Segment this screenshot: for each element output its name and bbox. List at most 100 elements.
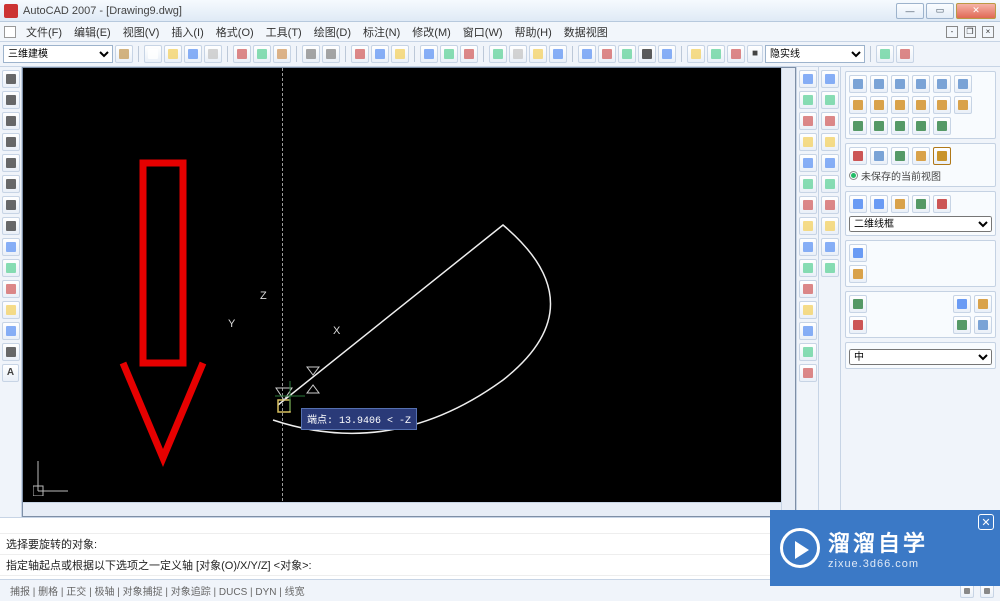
revolve-icon[interactable] — [799, 112, 817, 130]
mesh2-icon[interactable] — [870, 117, 888, 135]
close-button[interactable]: ✕ — [956, 3, 996, 19]
cut-icon[interactable] — [233, 45, 251, 63]
menu-file[interactable]: 文件(F) — [20, 24, 68, 40]
slice-icon[interactable] — [799, 238, 817, 256]
light-icon[interactable] — [821, 217, 839, 235]
materials-icon[interactable] — [821, 238, 839, 256]
status-toggles[interactable]: 捕报 | 删格 | 正交 | 极轴 | 对象捕捉 | 对象追踪 | DUCS |… — [6, 583, 309, 598]
canvas-scrollbar-vertical[interactable] — [781, 68, 795, 516]
subtract-icon[interactable] — [799, 196, 817, 214]
undo-icon[interactable] — [302, 45, 320, 63]
menu-view[interactable]: 视图(V) — [117, 24, 166, 40]
arc-icon[interactable] — [2, 154, 20, 172]
section-icon[interactable] — [799, 343, 817, 361]
named-view-icon[interactable] — [870, 147, 888, 165]
drawing-canvas[interactable]: X Y Z 端点: 13.9406 < -Z — [22, 67, 796, 517]
save-icon[interactable] — [184, 45, 202, 63]
hatch-tool-icon[interactable] — [2, 259, 20, 277]
color-swatch[interactable]: ■ — [747, 45, 763, 63]
mesh1-icon[interactable] — [849, 117, 867, 135]
properties-icon[interactable] — [440, 45, 458, 63]
material1-icon[interactable] — [849, 244, 867, 262]
union-icon[interactable] — [799, 175, 817, 193]
menu-format[interactable]: 格式(O) — [210, 24, 260, 40]
vstyle4-icon[interactable] — [912, 195, 930, 213]
layer-selector[interactable]: 中 — [849, 349, 992, 365]
fillet3d-icon[interactable] — [799, 280, 817, 298]
solid-revolve-icon[interactable] — [933, 96, 951, 114]
camera-icon[interactable] — [821, 196, 839, 214]
solid-union-icon[interactable] — [849, 96, 867, 114]
snap-icon[interactable] — [598, 45, 616, 63]
text-tool-icon[interactable] — [2, 343, 20, 361]
canvas-scrollbar-horizontal[interactable] — [23, 502, 781, 516]
menu-dim[interactable]: 标注(N) — [357, 24, 406, 40]
view-manager-icon[interactable] — [849, 147, 867, 165]
new-icon[interactable] — [144, 45, 162, 63]
solid-intersect-icon[interactable] — [891, 96, 909, 114]
table-icon[interactable] — [549, 45, 567, 63]
solid-sweep-icon[interactable] — [954, 96, 972, 114]
helix-icon[interactable] — [2, 238, 20, 256]
sphere-icon[interactable] — [912, 75, 930, 93]
intersect-icon[interactable] — [799, 217, 817, 235]
extrude-icon[interactable] — [799, 70, 817, 88]
torus-icon[interactable] — [954, 75, 972, 93]
view-iso-icon[interactable] — [821, 133, 839, 151]
orbit-icon[interactable] — [821, 154, 839, 172]
view-left-icon[interactable] — [821, 112, 839, 130]
help-icon[interactable] — [658, 45, 676, 63]
hatch-icon[interactable] — [529, 45, 547, 63]
chamfer3d-icon[interactable] — [799, 301, 817, 319]
material2-icon[interactable] — [849, 265, 867, 283]
menu-edit[interactable]: 编辑(E) — [68, 24, 117, 40]
flatten-icon[interactable] — [799, 364, 817, 382]
mdi-minimize-icon[interactable]: - — [946, 26, 958, 38]
vstyle5-icon[interactable] — [933, 195, 951, 213]
walk-icon[interactable] — [821, 175, 839, 193]
mdi-close-icon[interactable]: × — [982, 26, 994, 38]
gradient-icon[interactable] — [2, 280, 20, 298]
zoom-icon[interactable] — [371, 45, 389, 63]
block-icon[interactable] — [489, 45, 507, 63]
mesh4-icon[interactable] — [912, 117, 930, 135]
maximize-button[interactable]: ▭ — [926, 3, 954, 19]
polygon-icon[interactable] — [2, 112, 20, 130]
view-front-icon[interactable] — [821, 91, 839, 109]
grid-icon[interactable] — [578, 45, 596, 63]
render2-icon[interactable] — [953, 295, 971, 313]
layer-icon[interactable] — [420, 45, 438, 63]
render-view-icon[interactable] — [821, 259, 839, 277]
visualstyle-selector[interactable]: 二维线框 — [849, 216, 992, 232]
lightbulb-icon[interactable] — [687, 45, 705, 63]
region-icon[interactable] — [2, 301, 20, 319]
cone-icon[interactable] — [891, 75, 909, 93]
render4-icon[interactable] — [953, 316, 971, 334]
mesh3-icon[interactable] — [891, 117, 909, 135]
render-icon[interactable] — [876, 45, 894, 63]
render5-icon[interactable] — [974, 316, 992, 334]
watermark-close-icon[interactable]: ✕ — [978, 514, 994, 530]
viewport-icon[interactable] — [891, 147, 909, 165]
cylinder-icon[interactable] — [933, 75, 951, 93]
solid-subtract-icon[interactable] — [870, 96, 888, 114]
match-icon[interactable] — [460, 45, 478, 63]
home-icon[interactable] — [933, 147, 951, 165]
view-top-icon[interactable] — [821, 70, 839, 88]
menu-modify[interactable]: 修改(M) — [406, 24, 457, 40]
polyline-icon[interactable] — [2, 91, 20, 109]
sun-icon[interactable] — [707, 45, 725, 63]
calc-icon[interactable] — [638, 45, 656, 63]
thicken-icon[interactable] — [799, 259, 817, 277]
vstyle1-icon[interactable] — [849, 195, 867, 213]
paste-icon[interactable] — [273, 45, 291, 63]
sun-settings-icon[interactable] — [974, 295, 992, 313]
freeze-icon[interactable] — [727, 45, 745, 63]
material-icon[interactable] — [896, 45, 914, 63]
circle-icon[interactable] — [2, 175, 20, 193]
rectangle-icon[interactable] — [2, 133, 20, 151]
table-tool-icon[interactable] — [2, 322, 20, 340]
mdi-restore-icon[interactable]: ❐ — [964, 26, 976, 38]
measure-icon[interactable] — [509, 45, 527, 63]
open-icon[interactable] — [164, 45, 182, 63]
